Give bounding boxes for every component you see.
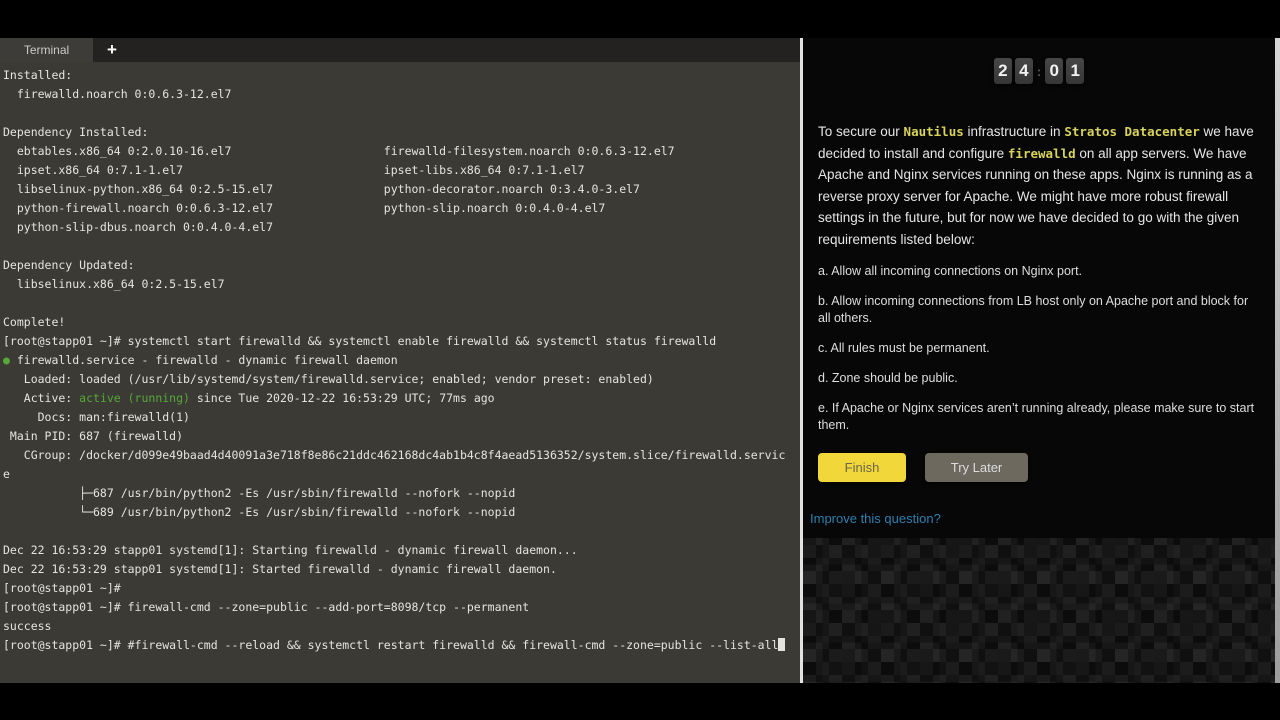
requirement-item: a. Allow all incoming connections on Ngi… bbox=[818, 264, 1083, 278]
terminal-output[interactable]: Installed: firewalld.noarch 0:0.6.3-12.e… bbox=[0, 62, 800, 683]
terminal-window: Terminal + Installed: firewalld.noarch 0… bbox=[0, 38, 800, 683]
terminal-line: ipset.x86_64 0:7.1-1.el7 ipset-libs.x86_… bbox=[3, 163, 585, 177]
terminal-line: Active: active (running) since Tue 2020-… bbox=[3, 391, 495, 405]
tab-terminal-label: Terminal bbox=[23, 43, 70, 57]
panel-scrollbar[interactable] bbox=[1275, 38, 1280, 683]
requirement-item: e. If Apache or Nginx services aren’t ru… bbox=[818, 401, 1255, 432]
question-card: 24:01 To secure our Nautilus infrastruct… bbox=[803, 38, 1275, 538]
terminal-text-green: ● bbox=[3, 353, 17, 367]
terminal-line: firewalld.noarch 0:0.6.3-12.el7 bbox=[3, 87, 232, 101]
terminal-line: Dec 22 16:53:29 stapp01 systemd[1]: Star… bbox=[3, 562, 557, 576]
terminal-line: ebtables.x86_64 0:2.0.10-16.el7 firewall… bbox=[3, 144, 675, 158]
terminal-line: python-firewall.noarch 0:0.6.3-12.el7 py… bbox=[3, 201, 606, 215]
requirement-item: c. All rules must be permanent. bbox=[818, 341, 990, 355]
terminal-line: Dec 22 16:53:29 stapp01 systemd[1]: Star… bbox=[3, 543, 578, 557]
terminal-line: [root@stapp01 ~]# #firewall-cmd --reload… bbox=[3, 636, 800, 655]
timer-digit: 4 bbox=[1014, 58, 1033, 84]
terminal-line: libselinux.x86_64 0:2.5-15.el7 bbox=[3, 277, 225, 291]
terminal-line: success bbox=[3, 619, 52, 633]
question-paragraph: To secure our Nautilus infrastructure in… bbox=[818, 124, 1254, 247]
improve-question-link[interactable]: Improve this question? bbox=[810, 511, 941, 526]
terminal-line: CGroup: /docker/d099e49baad4d40091a3e718… bbox=[3, 448, 786, 462]
terminal-line: Dependency Updated: bbox=[3, 258, 135, 272]
button-row: Finish Try Later bbox=[818, 453, 1275, 482]
terminal-line: Docs: man:firewalld(1) bbox=[3, 410, 190, 424]
terminal-tabbar: Terminal + bbox=[0, 38, 800, 62]
code-highlight: Nautilus bbox=[903, 124, 964, 139]
terminal-line: [root@stapp01 ~]# firewall-cmd --zone=pu… bbox=[3, 600, 530, 614]
timer-digit: 2 bbox=[993, 58, 1012, 84]
screen: Terminal + Installed: firewalld.noarch 0… bbox=[0, 0, 1280, 720]
plus-icon: + bbox=[107, 40, 117, 59]
requirement-item: d. Zone should be public. bbox=[818, 371, 958, 385]
timer-separator: : bbox=[1036, 63, 1042, 79]
terminal-line: Complete! bbox=[3, 315, 66, 329]
tab-terminal[interactable]: Terminal bbox=[0, 38, 93, 62]
finish-button[interactable]: Finish bbox=[818, 453, 906, 482]
terminal-line: libselinux-python.x86_64 0:2.5-15.el7 py… bbox=[3, 182, 640, 196]
terminal-line: python-slip-dbus.noarch 0:0.4.0-4.el7 bbox=[3, 220, 274, 234]
terminal-line: Dependency Installed: bbox=[3, 125, 149, 139]
countdown-timer: 24:01 bbox=[993, 58, 1085, 84]
terminal-line: Installed: bbox=[3, 68, 73, 82]
terminal-text-green: active (running) bbox=[79, 391, 190, 405]
new-tab-button[interactable]: + bbox=[97, 38, 127, 62]
timer-digit: 0 bbox=[1045, 58, 1064, 84]
requirements-list: a. Allow all incoming connections on Ngi… bbox=[818, 263, 1260, 434]
task-panel: 24:01 To secure our Nautilus infrastruct… bbox=[800, 38, 1280, 683]
code-highlight: firewalld bbox=[1007, 145, 1076, 161]
terminal-line: └─689 /usr/bin/python2 -Es /usr/sbin/fir… bbox=[3, 505, 516, 519]
timer-digit: 1 bbox=[1066, 58, 1085, 84]
try-later-button[interactable]: Try Later bbox=[925, 453, 1028, 482]
terminal-cursor bbox=[778, 638, 786, 651]
requirement-item: b. Allow incoming connections from LB ho… bbox=[818, 294, 1249, 325]
terminal-line: [root@stapp01 ~]# systemctl start firewa… bbox=[3, 334, 717, 348]
code-highlight: Stratos Datacenter bbox=[1064, 124, 1200, 139]
terminal-line: ● firewalld.service - firewalld - dynami… bbox=[3, 353, 398, 367]
terminal-line: [root@stapp01 ~]# bbox=[3, 581, 121, 595]
terminal-line: ├─687 /usr/bin/python2 -Es /usr/sbin/fir… bbox=[3, 486, 516, 500]
terminal-line: e bbox=[3, 467, 10, 481]
terminal-line: Main PID: 687 (firewalld) bbox=[3, 429, 184, 443]
terminal-line: Loaded: loaded (/usr/lib/systemd/system/… bbox=[3, 372, 654, 386]
